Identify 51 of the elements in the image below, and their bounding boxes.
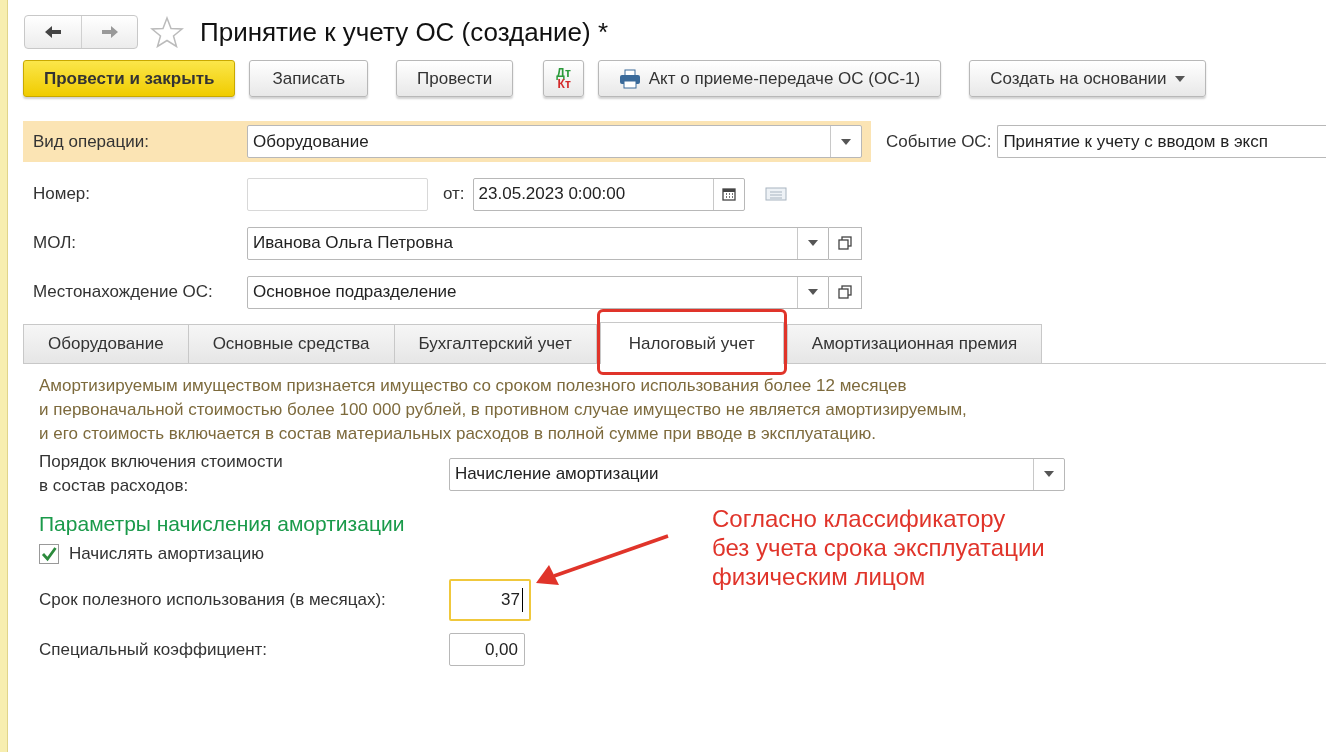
open-button[interactable] xyxy=(829,226,862,260)
field-label: Вид операции: xyxy=(32,131,150,152)
open-window-icon xyxy=(838,285,852,299)
favorite-button[interactable] xyxy=(150,16,184,48)
calendar-icon xyxy=(721,187,736,201)
dropdown-arrow-icon xyxy=(808,289,818,295)
create-based-on-button[interactable]: Создать на основании xyxy=(969,60,1206,97)
operation-type-field[interactable]: Оборудование xyxy=(247,125,862,158)
event-field[interactable]: Принятие к учету с вводом в эксп xyxy=(997,125,1326,158)
mol-field[interactable]: Иванова Ольга Петровна xyxy=(247,226,829,260)
toolbar-button[interactable]: Записать xyxy=(249,60,369,97)
dropdown-arrow-icon xyxy=(841,138,851,145)
window-title: Принятие к учету ОС (создание) * xyxy=(200,16,609,48)
field-label: Специальный коэффициент: xyxy=(39,639,269,660)
date-field[interactable]: 23.05.2023 0:00:00 xyxy=(472,177,745,211)
tab[interactable]: Амортизационная премия xyxy=(786,324,1043,363)
location-field[interactable]: Основное подразделение xyxy=(247,275,829,309)
tab[interactable]: Бухгалтерский учет xyxy=(394,324,597,363)
caret-icon xyxy=(1174,75,1185,82)
dropdown-arrow-icon xyxy=(808,240,818,246)
star-icon xyxy=(150,16,184,48)
checkbox[interactable]: Начислять амортизацию xyxy=(39,544,264,564)
expense-order-field[interactable]: Начисление амортизации xyxy=(449,457,1065,491)
toolbar-button[interactable]: Провести xyxy=(396,60,514,97)
section-heading: Параметры начисления амортизации xyxy=(39,512,405,536)
tab[interactable]: Налоговый учет xyxy=(599,322,784,364)
tab[interactable]: Оборудование xyxy=(23,324,189,363)
number-field[interactable] xyxy=(247,177,428,211)
journal-entries-button[interactable]: Дт Кт xyxy=(543,60,584,97)
open-button[interactable] xyxy=(829,275,862,309)
printer-icon xyxy=(618,68,641,89)
info-text: Амортизируемым имуществом признается имущество со сроком полезного использования более 12 месяцев и первоначальной стоимостью более 100 000 рублей, в противном случае имущество не является амортизируемым, и его стоимость включается в состав материальных расходов в полной сумме при вводе в эксплуатацию. xyxy=(39,375,968,445)
field-label: Местонахождение ОС: xyxy=(32,282,214,302)
dropdown-arrow-icon xyxy=(1044,471,1054,477)
check-icon xyxy=(41,546,57,562)
field-label: Порядок включения стоимости в состав расходов: xyxy=(39,451,284,497)
post-and-close-button[interactable]: Провести и закрыть xyxy=(23,60,236,97)
tab[interactable]: Основные средства xyxy=(188,324,395,363)
field-label: от: xyxy=(442,184,466,204)
open-window-icon xyxy=(838,236,852,250)
field-label: Срок полезного использования (в месяцах): xyxy=(39,590,387,610)
field-label: Событие ОС: xyxy=(885,131,993,152)
comment-icon xyxy=(764,187,787,201)
print-button[interactable]: Акт о приеме-передаче ОС (ОС-1) xyxy=(597,60,942,97)
field-label: Номер: xyxy=(32,184,92,204)
field-label: МОЛ: xyxy=(32,233,78,253)
useful-life-field[interactable]: 37 xyxy=(449,579,531,621)
left-arrow-icon xyxy=(44,25,62,39)
annotation-text: Согласно классификатору без учета срока эксплуатации физическим лицом xyxy=(712,504,1045,591)
right-arrow-icon xyxy=(100,25,119,39)
coefficient-field[interactable]: 0,00 xyxy=(449,633,525,666)
